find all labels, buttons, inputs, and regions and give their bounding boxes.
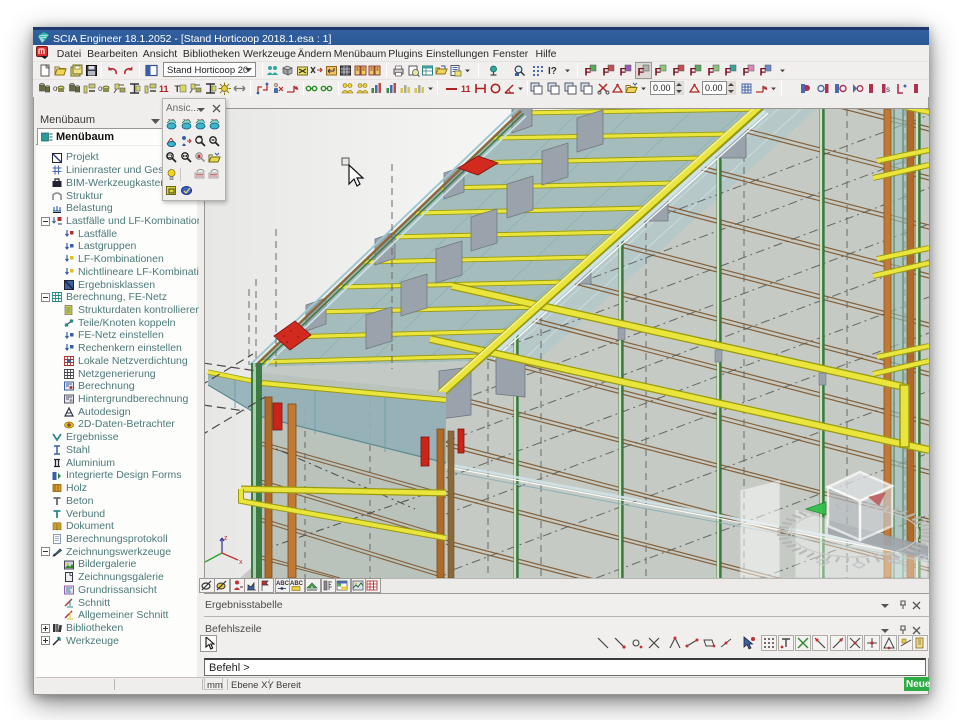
svg-text:F: F bbox=[690, 67, 697, 78]
svg-text:11: 11 bbox=[461, 84, 471, 94]
svg-text:F: F bbox=[760, 67, 767, 78]
svg-text:x: x bbox=[239, 559, 243, 566]
svg-text:I?: I? bbox=[548, 66, 557, 77]
svg-text:F: F bbox=[655, 67, 662, 78]
svg-text:o: o bbox=[98, 84, 103, 93]
svg-text:T: T bbox=[175, 84, 181, 94]
svg-text:11: 11 bbox=[159, 84, 169, 94]
svg-text:F: F bbox=[672, 67, 679, 78]
svg-text:F: F bbox=[637, 67, 644, 78]
svg-text:F: F bbox=[725, 67, 732, 78]
svg-text:F: F bbox=[585, 67, 592, 78]
svg-text:F: F bbox=[620, 67, 627, 78]
svg-text:F: F bbox=[742, 67, 749, 78]
svg-text:o: o bbox=[53, 84, 58, 93]
svg-text:z: z bbox=[224, 535, 228, 542]
svg-text:F: F bbox=[707, 67, 714, 78]
svg-text:ABC: ABC bbox=[290, 581, 303, 587]
svg-text:s: s bbox=[886, 85, 890, 94]
svg-text:F: F bbox=[602, 67, 609, 78]
svg-text:ABC: ABC bbox=[276, 581, 289, 587]
